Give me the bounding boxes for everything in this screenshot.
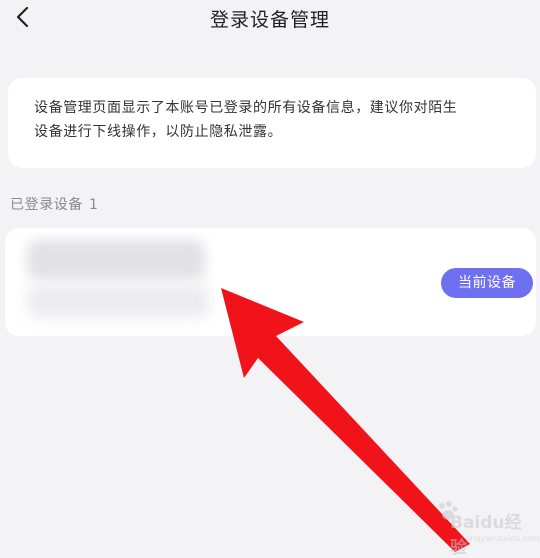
watermark: Baidu经验 jingyan.baidu.com	[436, 500, 540, 558]
watermark-text: Baidu经验	[450, 513, 522, 558]
watermark-subtext: jingyan.baidu.com	[466, 534, 540, 543]
logged-devices-label: 已登录设备 1	[10, 194, 99, 214]
header-bar: 登录设备管理	[0, 0, 540, 40]
info-text-line-2: 设备进行下线操作，以防止隐私泄露。	[34, 124, 283, 140]
device-name-blurred	[27, 240, 205, 280]
device-card[interactable]: 当前设备	[5, 228, 536, 336]
info-text-line-1: 设备管理页面显示了本账号已登录的所有设备信息，建议你对陌生	[34, 100, 458, 116]
logged-devices-count: 1	[89, 197, 99, 213]
info-card: 设备管理页面显示了本账号已登录的所有设备信息，建议你对陌生 设备进行下线操作，以…	[8, 78, 536, 168]
logged-devices-label-text: 已登录设备	[10, 197, 83, 213]
device-detail-blurred	[27, 284, 209, 318]
page-title: 登录设备管理	[209, 9, 330, 31]
current-device-badge: 当前设备	[441, 268, 533, 298]
